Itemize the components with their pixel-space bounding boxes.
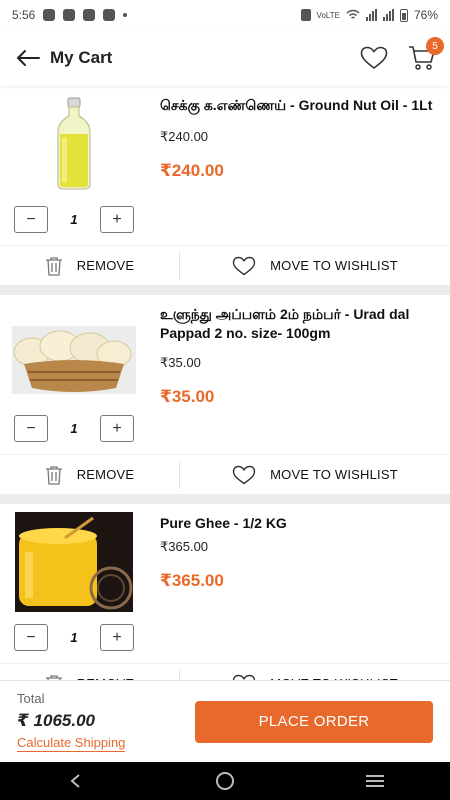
system-nav-bar xyxy=(0,762,450,800)
wishlist-label: MOVE TO WISHLIST xyxy=(270,258,398,273)
cart-item: − 1 + உளுந்து அப்பளம் 2ம் நம்பர் - Urad … xyxy=(0,295,450,494)
nav-recents-button[interactable] xyxy=(355,766,395,796)
product-image[interactable] xyxy=(12,512,136,612)
cart-count-badge: 5 xyxy=(426,37,444,55)
remove-button[interactable]: REMOVE xyxy=(0,669,180,680)
product-mrp: ₹240.00 xyxy=(160,129,209,144)
remove-button[interactable]: REMOVE xyxy=(0,251,180,280)
move-to-wishlist-button[interactable]: MOVE TO WISHLIST xyxy=(180,461,450,489)
heart-icon xyxy=(360,46,388,70)
trash-icon xyxy=(45,465,62,485)
calculate-shipping-link[interactable]: Calculate Shipping xyxy=(17,735,126,752)
qty-value: 1 xyxy=(70,421,78,436)
qty-decrease-button[interactable]: − xyxy=(14,415,48,442)
qty-value: 1 xyxy=(70,212,78,227)
app-notification-icon xyxy=(43,9,56,21)
product-mrp: ₹35.00 xyxy=(160,355,201,370)
status-bar: 5:56 VoLTE 76% xyxy=(0,0,450,30)
status-time: 5:56 xyxy=(12,8,36,22)
pappad-basket-image xyxy=(12,326,136,394)
wishlist-button[interactable] xyxy=(360,46,388,70)
back-button[interactable] xyxy=(14,44,42,72)
heart-icon xyxy=(232,465,256,484)
volte-icon: VoLTE xyxy=(316,10,340,20)
total-value: ₹ 1065.00 xyxy=(17,711,96,730)
mail-icon xyxy=(63,9,76,21)
chevron-left-icon xyxy=(70,774,80,788)
cart-item: − 1 + செக்கு க.எண்ணெய் - Ground Nut Oil … xyxy=(0,86,450,285)
circle-home-icon xyxy=(216,772,234,790)
qty-increase-button[interactable]: + xyxy=(100,624,134,651)
cart-list: − 1 + செக்கு க.எண்ணெய் - Ground Nut Oil … xyxy=(0,86,450,680)
move-to-wishlist-button[interactable]: MOVE TO WISHLIST xyxy=(180,252,450,280)
remove-button[interactable]: REMOVE xyxy=(0,460,180,489)
youtube-icon xyxy=(103,9,116,21)
page-title: My Cart xyxy=(50,48,113,67)
qty-decrease-button[interactable]: − xyxy=(14,624,48,651)
product-image[interactable] xyxy=(12,325,136,395)
checkout-bar: Total ₹ 1065.00 Calculate Shipping PLACE… xyxy=(0,680,450,762)
product-name[interactable]: Pure Ghee - 1/2 KG xyxy=(160,514,436,533)
cart-item: − 1 + Pure Ghee - 1/2 KG ₹365.00 ₹365.00… xyxy=(0,504,450,680)
cart-button[interactable]: 5 xyxy=(408,37,444,71)
vibrate-icon xyxy=(300,9,311,21)
groundnut-oil-bottle-image xyxy=(57,97,91,190)
remove-label: REMOVE xyxy=(76,258,135,273)
wishlist-label: MOVE TO WISHLIST xyxy=(270,467,398,482)
product-name[interactable]: உளுந்து அப்பளம் 2ம் நம்பர் - Urad dal Pa… xyxy=(160,305,436,343)
product-price: ₹365.00 xyxy=(160,571,224,590)
qty-increase-button[interactable]: + xyxy=(100,415,134,442)
product-price: ₹240.00 xyxy=(160,161,224,180)
move-to-wishlist-button[interactable]: MOVE TO WISHLIST xyxy=(180,670,450,680)
qty-decrease-button[interactable]: − xyxy=(14,206,48,233)
app-header: My Cart 5 xyxy=(0,30,450,86)
product-image[interactable] xyxy=(12,94,136,194)
more-notifications-icon xyxy=(123,13,128,17)
remove-label: REMOVE xyxy=(76,467,135,482)
signal-icon xyxy=(365,9,377,21)
heart-icon xyxy=(232,256,256,275)
qty-increase-button[interactable]: + xyxy=(100,206,134,233)
battery-icon xyxy=(399,8,408,22)
product-mrp: ₹365.00 xyxy=(160,539,209,554)
battery-percent: 76% xyxy=(413,8,438,22)
place-order-button[interactable]: PLACE ORDER xyxy=(195,700,433,743)
signal-icon xyxy=(382,9,394,21)
wifi-icon xyxy=(346,9,360,19)
menu-lines-icon xyxy=(366,775,384,787)
trash-icon xyxy=(45,256,62,276)
qty-value: 1 xyxy=(70,630,78,645)
product-price: ₹35.00 xyxy=(160,387,215,406)
mail-icon xyxy=(83,9,96,21)
ghee-jar-image xyxy=(15,512,133,612)
arrow-left-icon xyxy=(17,50,40,66)
product-name[interactable]: செக்கு க.எண்ணெய் - Ground Nut Oil - 1Lt xyxy=(160,96,436,115)
total-label: Total xyxy=(17,691,45,706)
nav-home-button[interactable] xyxy=(205,766,245,796)
nav-back-button[interactable] xyxy=(55,766,95,796)
